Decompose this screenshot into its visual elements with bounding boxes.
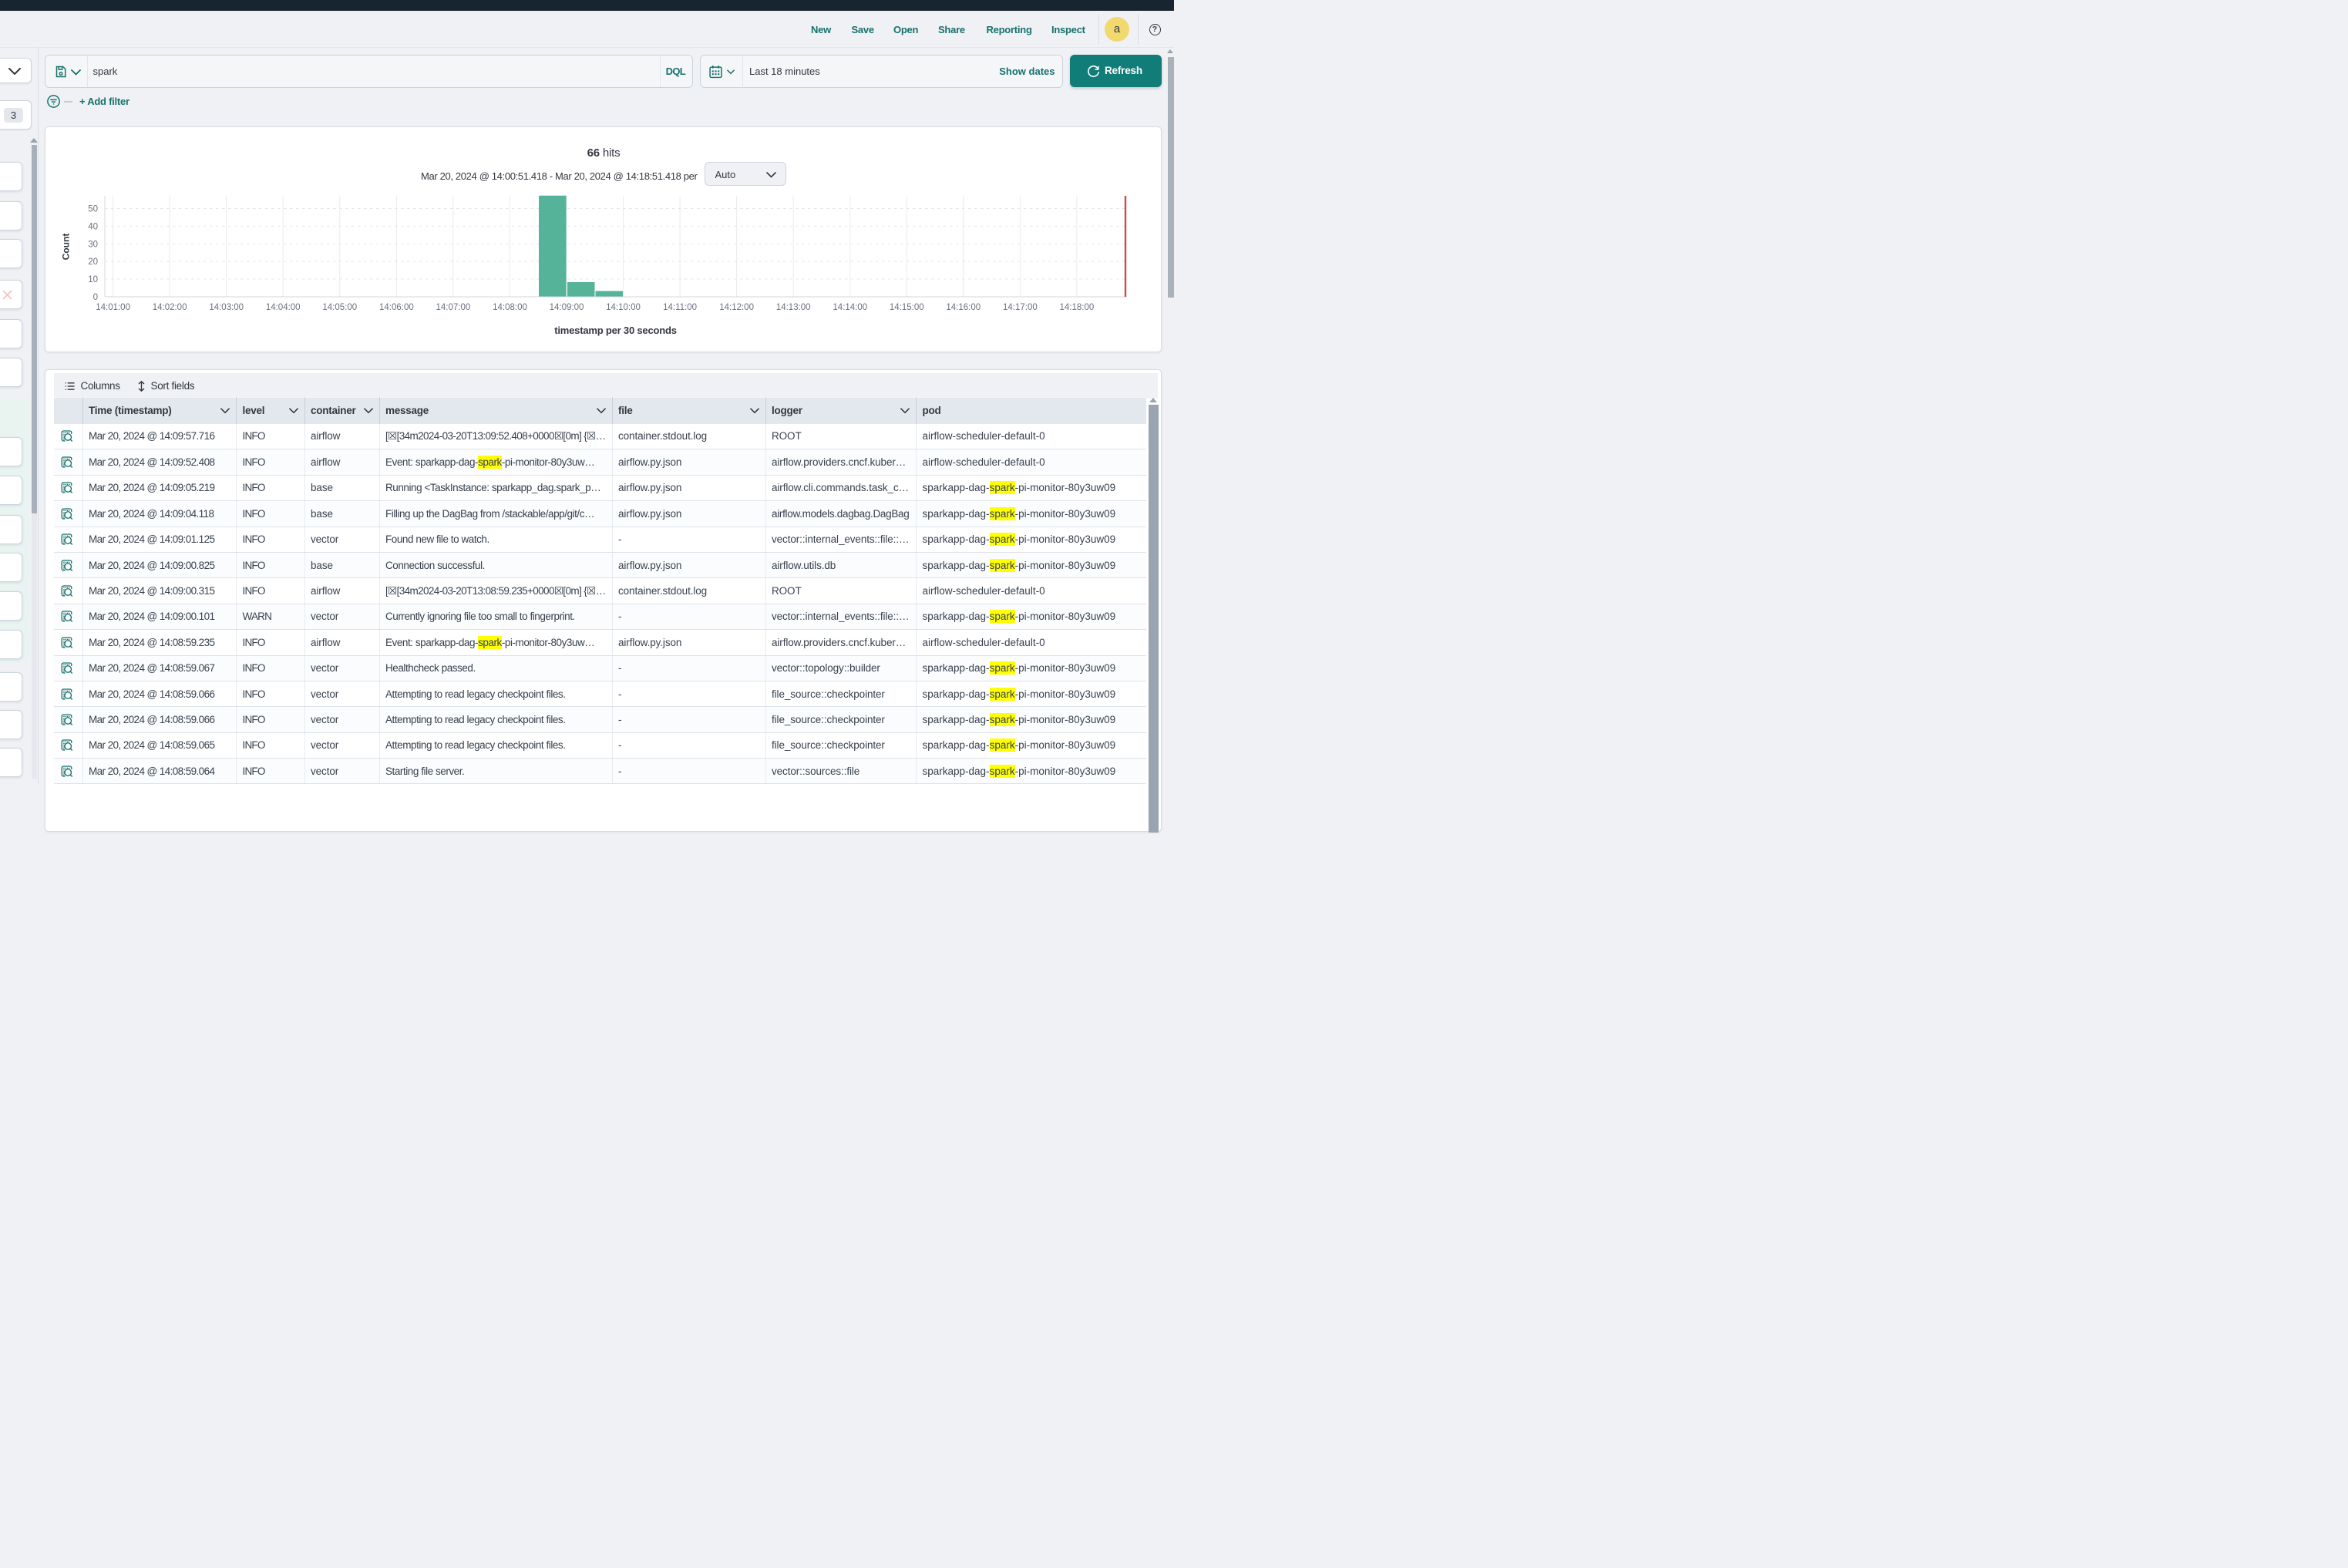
svg-text:14:05:00: 14:05:00: [322, 303, 357, 312]
svg-text:14:18:00: 14:18:00: [1059, 303, 1094, 312]
svg-text:14:17:00: 14:17:00: [1003, 303, 1038, 312]
svg-text:14:03:00: 14:03:00: [209, 303, 244, 312]
svg-text:timestamp per 30 seconds: timestamp per 30 seconds: [554, 325, 677, 336]
svg-text:14:15:00: 14:15:00: [889, 303, 923, 312]
svg-text:14:07:00: 14:07:00: [436, 303, 470, 312]
svg-text:14:06:00: 14:06:00: [379, 303, 414, 312]
svg-text:14:04:00: 14:04:00: [265, 303, 300, 312]
svg-text:20: 20: [88, 257, 98, 267]
svg-text:10: 10: [88, 275, 98, 284]
svg-text:14:12:00: 14:12:00: [719, 303, 754, 312]
svg-text:40: 40: [88, 222, 98, 231]
svg-text:14:14:00: 14:14:00: [833, 303, 867, 312]
svg-text:14:11:00: 14:11:00: [663, 303, 697, 312]
svg-text:14:16:00: 14:16:00: [946, 303, 981, 312]
svg-text:30: 30: [88, 240, 98, 249]
svg-text:50: 50: [88, 205, 98, 214]
svg-text:14:10:00: 14:10:00: [606, 303, 641, 312]
svg-text:14:01:00: 14:01:00: [96, 303, 130, 312]
svg-text:14:02:00: 14:02:00: [152, 303, 187, 312]
svg-text:14:08:00: 14:08:00: [493, 303, 527, 312]
svg-text:Count: Count: [60, 234, 71, 261]
svg-text:14:09:00: 14:09:00: [549, 303, 584, 312]
svg-text:0: 0: [93, 293, 97, 302]
svg-text:14:13:00: 14:13:00: [775, 303, 810, 312]
